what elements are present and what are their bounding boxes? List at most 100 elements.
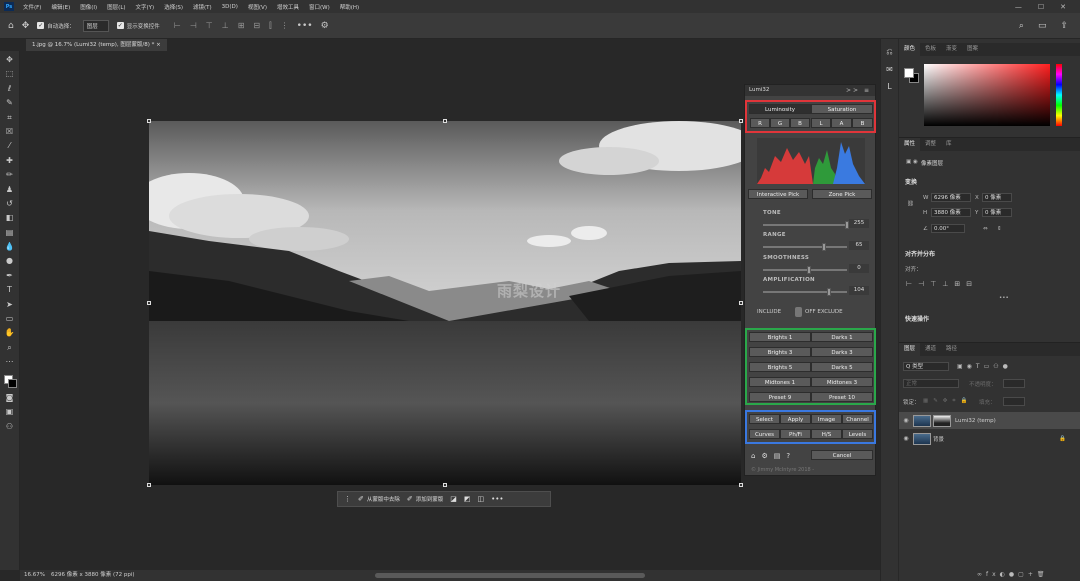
new-layer-icon[interactable]: + — [1028, 571, 1037, 578]
hue-slider[interactable] — [1056, 64, 1062, 126]
more-options-button[interactable]: ••• — [297, 21, 313, 31]
range-slider[interactable] — [763, 246, 847, 248]
preset-brights-3[interactable]: Brights 3 — [749, 347, 811, 357]
color-swatches[interactable] — [2, 373, 18, 389]
gear-icon[interactable]: ⚙ — [321, 21, 329, 31]
tone-slider[interactable] — [763, 224, 847, 226]
flip-horizontal-icon[interactable]: ⇔ — [983, 226, 988, 232]
zone-pick-button[interactable]: Zone Pick — [812, 189, 872, 199]
frame-tool-icon[interactable]: ☒ — [4, 126, 16, 137]
preset-darks-3[interactable]: Darks 3 — [811, 347, 873, 357]
menu-help[interactable]: 帮助(H) — [335, 3, 364, 11]
group-icon[interactable]: ▢ — [1018, 571, 1028, 578]
document-tab[interactable]: 1.jpg @ 16.7% (Lumi32 (temp), 图层蒙版/8) * … — [26, 39, 167, 51]
search-icon[interactable]: ⌕ — [1019, 21, 1024, 31]
gradient-tool-icon[interactable]: ▤ — [4, 227, 16, 238]
move-tool-icon[interactable]: ✥ — [4, 54, 16, 65]
minimize-button[interactable]: — — [1015, 3, 1022, 11]
brush-tool-icon[interactable]: ✏ — [4, 169, 16, 180]
luminosity-tab[interactable]: Luminosity — [749, 104, 811, 114]
flip-vertical-icon[interactable]: ⇕ — [997, 226, 1002, 232]
mask-settings-icon[interactable]: ◫ — [478, 495, 485, 503]
preset-darks-1[interactable]: Darks 1 — [811, 332, 873, 342]
transform-handle[interactable] — [739, 301, 743, 305]
more-tools-icon[interactable]: ⋯ — [4, 356, 16, 367]
tab-channels[interactable]: 通道 — [920, 343, 941, 356]
image-button[interactable]: Image — [811, 414, 842, 424]
amplification-slider[interactable] — [763, 291, 847, 293]
auto-select-dropdown[interactable]: 图层 — [82, 19, 109, 32]
drag-handle-icon[interactable]: ⋮ — [344, 495, 351, 503]
type-tool-icon[interactable]: T — [4, 284, 16, 295]
blend-mode-dropdown[interactable]: 正常 — [903, 379, 959, 388]
transform-handle[interactable] — [147, 301, 151, 305]
layers-bottom-icons[interactable]: ∞fx◐●▢+🗑 — [977, 571, 1049, 578]
angle-field[interactable]: 0.00° — [931, 224, 965, 233]
zoom-tool-icon[interactable]: ⌕ — [4, 342, 16, 353]
levels-button[interactable]: Levels — [842, 429, 873, 439]
show-transform-checkbox[interactable]: ✓ 显示变换控件 — [116, 22, 160, 30]
crop-tool-icon[interactable]: ⌗ — [4, 112, 16, 123]
layer-name[interactable]: Lumi32 (temp) — [955, 418, 996, 424]
document-icon[interactable]: ▤ — [774, 452, 781, 460]
settings-icon[interactable]: ⚙ — [761, 452, 767, 460]
photo-filter-button[interactable]: Ph/Fi — [780, 429, 811, 439]
lumi32-title-bar[interactable]: Lumi32 >> ≡ — [745, 85, 875, 96]
subtract-from-mask-button[interactable]: ✐ 从蒙版中去除 — [358, 495, 400, 503]
include-exclude-toggle[interactable] — [795, 307, 802, 317]
transform-handle[interactable] — [147, 483, 151, 487]
stamp-tool-icon[interactable]: ♟ — [4, 184, 16, 195]
apply-button[interactable]: Apply — [780, 414, 811, 424]
align-middle-icon[interactable]: ⊞ — [238, 21, 245, 31]
hue-saturation-button[interactable]: H/S — [811, 429, 842, 439]
menu-select[interactable]: 选择(S) — [159, 3, 188, 11]
smoothness-slider[interactable] — [763, 269, 847, 271]
amplification-value[interactable]: 104 — [849, 286, 869, 295]
transform-handle[interactable] — [443, 483, 447, 487]
menu-layer[interactable]: 图层(L) — [102, 3, 130, 11]
share-icon[interactable]: ⇪ — [1060, 21, 1068, 31]
color-field[interactable] — [924, 64, 1050, 126]
menu-image[interactable]: 图像(I) — [75, 3, 102, 11]
channel-b-button[interactable]: B — [790, 118, 810, 128]
lumi-panel-icon[interactable]: L — [887, 82, 891, 91]
eraser-tool-icon[interactable]: ◧ — [4, 212, 16, 223]
fill-field[interactable] — [1003, 397, 1025, 406]
channel-g-button[interactable]: G — [770, 118, 790, 128]
screen-mode-icon[interactable]: ▣ — [4, 406, 16, 417]
tab-properties[interactable]: 属性 — [899, 138, 921, 151]
close-button[interactable]: ✕ — [1060, 3, 1066, 11]
channel-lab-b-button[interactable]: B — [852, 118, 873, 128]
healing-brush-icon[interactable]: ✚ — [4, 155, 16, 166]
preset-brights-1[interactable]: Brights 1 — [749, 332, 811, 342]
document-image[interactable] — [149, 121, 741, 485]
edit-toolbar-icon[interactable]: ⚇ — [4, 421, 16, 432]
history-icon[interactable]: ⎌ — [886, 47, 892, 57]
smoothness-value[interactable]: 0 — [849, 264, 869, 273]
preset-9[interactable]: Preset 9 — [749, 392, 811, 402]
home-icon[interactable]: ⌂ — [8, 21, 14, 31]
layer-mask-thumbnail[interactable] — [933, 414, 951, 427]
link-layers-icon[interactable]: ∞ — [977, 571, 986, 578]
more-options-button[interactable]: ••• — [491, 495, 503, 503]
transform-handle[interactable] — [443, 119, 447, 123]
amplification-knob[interactable] — [826, 288, 831, 296]
menu-window[interactable]: 窗口(W) — [304, 3, 335, 11]
home-icon[interactable]: ⌂ — [751, 452, 755, 460]
horizontal-scrollbar[interactable] — [375, 573, 645, 578]
preset-midtones-1[interactable]: Midtones 1 — [749, 377, 811, 387]
quick-select-tool-icon[interactable]: ✎ — [4, 97, 16, 108]
tab-swatches[interactable]: 色板 — [920, 43, 941, 56]
workspace-icon[interactable]: ▭ — [1038, 21, 1047, 31]
curves-button[interactable]: Curves — [749, 429, 780, 439]
path-select-icon[interactable]: ➤ — [4, 299, 16, 310]
link-icon[interactable]: ⛓ — [907, 201, 914, 207]
menu-plugins[interactable]: 增效工具 — [272, 3, 304, 11]
layer-filter-dropdown[interactable]: Q 类型 — [903, 362, 949, 371]
close-tab-icon[interactable]: × — [156, 42, 161, 48]
add-to-mask-button[interactable]: ✐ 添加到蒙版 — [407, 495, 443, 503]
menu-type[interactable]: 文字(Y) — [131, 3, 160, 11]
tab-libraries[interactable]: 库 — [941, 138, 957, 151]
menu-3d[interactable]: 3D(D) — [217, 4, 243, 10]
smoothness-knob[interactable] — [807, 266, 812, 274]
